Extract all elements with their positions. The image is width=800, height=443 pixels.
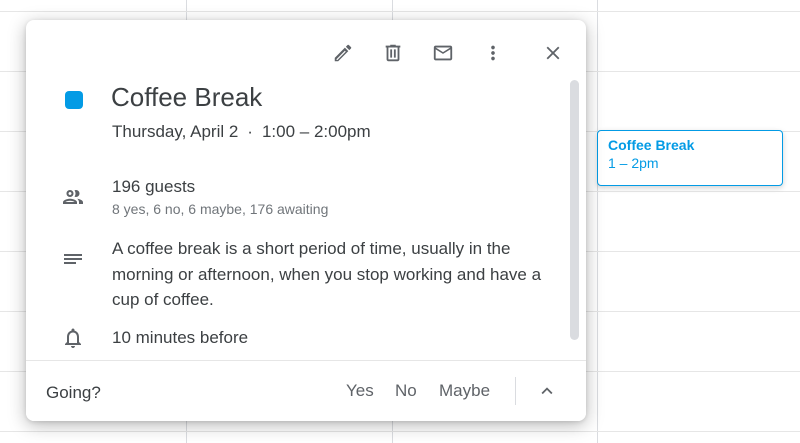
event-title: Coffee Break [111,82,263,112]
event-datetime: Thursday, April 2 · 1:00 – 2:00pm [112,122,371,142]
rsvp-footer: Going? Yes No Maybe [26,360,586,421]
edit-event-button[interactable] [326,36,360,70]
close-button[interactable] [536,36,570,70]
event-reminder: 10 minutes before [112,328,249,347]
chip-title: Coffee Break [608,137,695,153]
email-icon [433,45,453,61]
more-options-icon [491,45,495,61]
event-time: 1:00 – 2:00pm [261,122,371,141]
event-color-square [65,91,83,109]
date-time-separator: · [247,122,253,141]
grid-line [0,11,800,12]
rsvp-no-button[interactable]: No [395,381,417,401]
chip-time: 1 – 2pm [608,155,659,171]
rsvp-yes-button[interactable]: Yes [346,381,374,401]
grid-line [597,0,598,443]
collapse-button[interactable] [532,376,562,406]
grid-line [0,431,800,432]
footer-divider [515,377,516,405]
calendar-event-chip[interactable]: Coffee Break 1 – 2pm [597,130,783,186]
event-date: Thursday, April 2 [112,122,239,141]
edit-icon [334,44,352,62]
chevron-up-icon [541,387,553,395]
delete-icon [385,44,401,62]
guests-icon [61,185,85,209]
rsvp-maybe-button[interactable]: Maybe [439,381,490,401]
email-guests-button[interactable] [426,36,460,70]
bell-icon [61,326,85,350]
more-options-button[interactable] [476,36,510,70]
event-description: A coffee break is a short period of time… [112,239,542,309]
scrollbar[interactable] [570,80,579,340]
description-icon [61,247,85,271]
guests-count: 196 guests [112,177,196,196]
going-label: Going? [46,383,101,402]
event-details-popup: Coffee Break Thursday, April 2 · 1:00 – 2:… [26,20,586,421]
close-icon [546,46,560,60]
guests-rsvp-summary: 8 yes, 6 no, 6 maybe, 176 awaiting [112,201,329,217]
delete-event-button[interactable] [376,36,410,70]
